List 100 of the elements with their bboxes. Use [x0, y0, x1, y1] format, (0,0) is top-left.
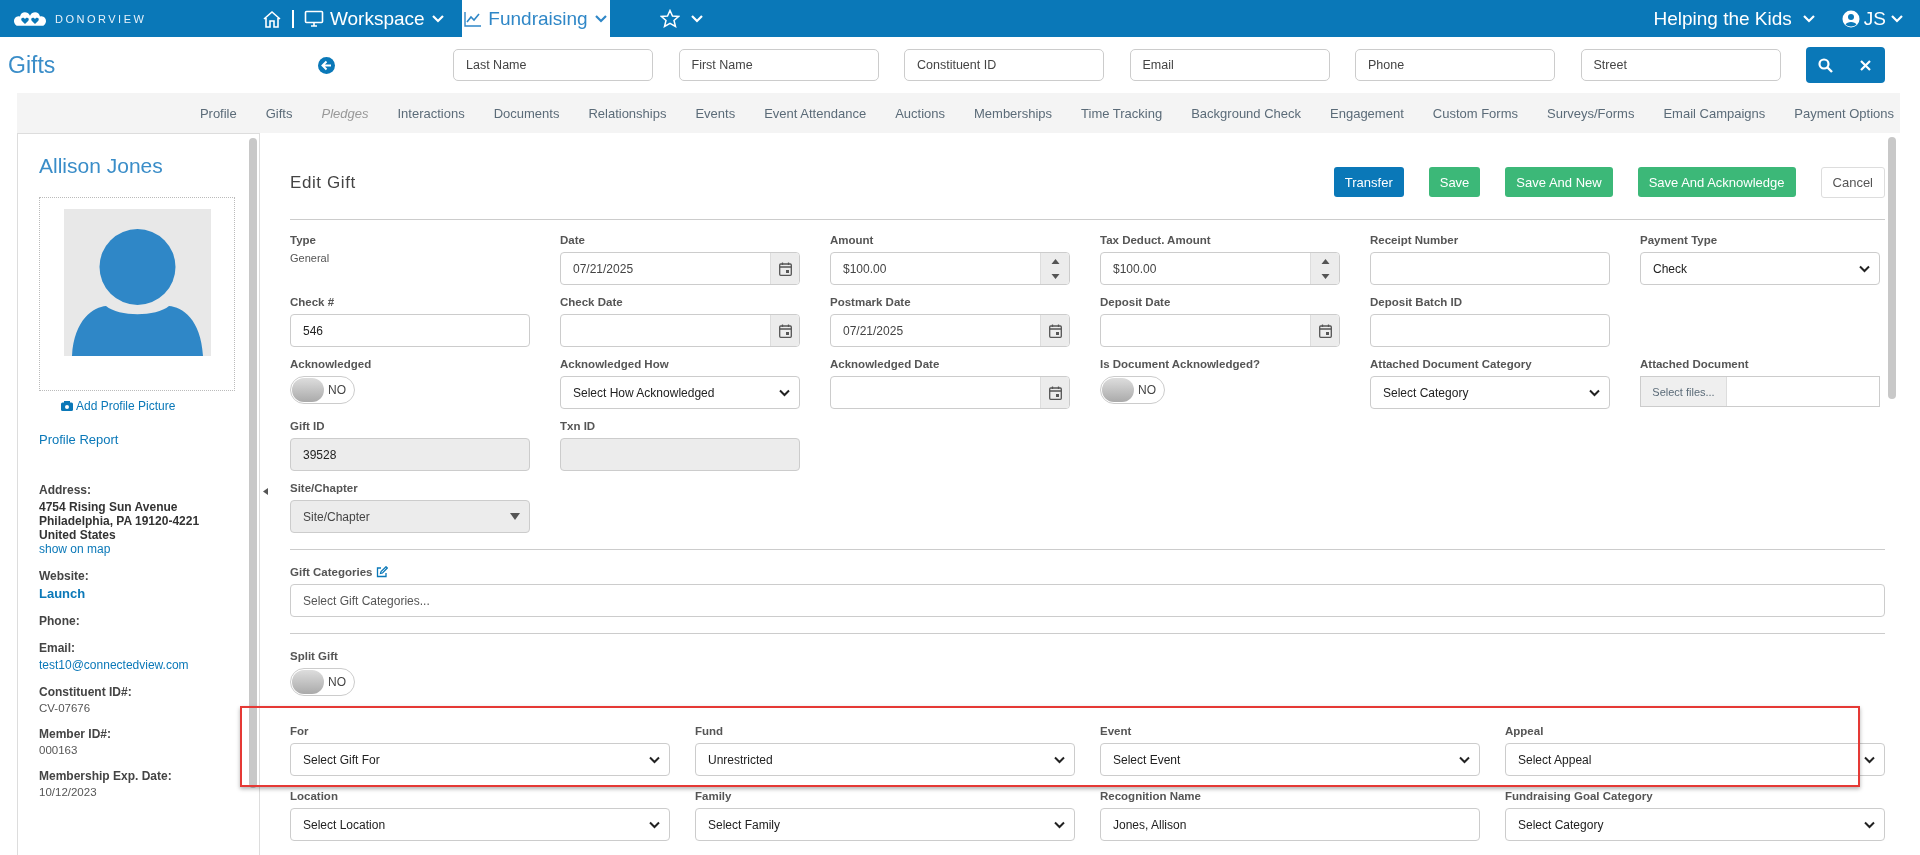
- dropdown[interactable]: Check: [1640, 252, 1880, 285]
- field-label: Gift ID: [290, 419, 325, 434]
- detail-link[interactable]: test10@connectedview.com: [39, 658, 259, 672]
- detail-label: Email:: [39, 641, 76, 655]
- back-icon[interactable]: [318, 56, 335, 74]
- profile-report-link[interactable]: Profile Report: [39, 432, 259, 447]
- search-field[interactable]: Street: [1580, 49, 1781, 81]
- dropdown[interactable]: Select Gift For: [290, 743, 670, 776]
- calendar-icon: [1048, 323, 1062, 338]
- record-tab[interactable]: Event Attendance: [764, 105, 867, 121]
- search-field[interactable]: First Name: [678, 49, 879, 81]
- dropdown[interactable]: Select Location: [290, 808, 670, 841]
- fundraising-tab[interactable]: Fundraising: [462, 0, 610, 37]
- detail-label: Address:: [39, 483, 92, 497]
- field-label: Txn ID: [560, 419, 596, 434]
- scrollbar[interactable]: [1888, 137, 1896, 399]
- page-title: Gifts: [8, 51, 56, 78]
- field-label: Deposit Batch ID: [1370, 295, 1462, 310]
- date-field[interactable]: 07/21/2025: [830, 314, 1070, 347]
- record-tab[interactable]: Memberships: [974, 105, 1053, 121]
- collapse-icon[interactable]: [263, 488, 268, 495]
- chevron-icon: [690, 13, 704, 24]
- dropdown[interactable]: Select Appeal: [1505, 743, 1885, 776]
- record-tab[interactable]: Events: [695, 105, 736, 121]
- text-field[interactable]: [1370, 252, 1610, 285]
- select-files-button[interactable]: Select files...: [1641, 377, 1727, 406]
- record-tab[interactable]: Background Check: [1191, 105, 1302, 121]
- record-tab[interactable]: Email Campaigns: [1663, 105, 1766, 121]
- gift-categories-field[interactable]: Select Gift Categories...: [290, 584, 1885, 617]
- number-field[interactable]: $100.00: [830, 252, 1070, 285]
- date-field[interactable]: 07/21/2025: [560, 252, 800, 285]
- user-icon: [1841, 9, 1860, 28]
- field-label: Attached Document Category: [1370, 357, 1532, 372]
- search-field[interactable]: Phone: [1355, 49, 1555, 81]
- field-label: Is Document Acknowledged?: [1100, 357, 1260, 372]
- spinner-icon[interactable]: [1320, 256, 1330, 281]
- chevron-icon: [649, 820, 660, 829]
- edit-icon[interactable]: [376, 566, 389, 578]
- chevron-icon: [1054, 820, 1065, 829]
- field-label: Fundraising Goal Category: [1505, 789, 1653, 804]
- spinner-icon[interactable]: [1050, 256, 1060, 281]
- form-button[interactable]: Transfer: [1333, 167, 1404, 197]
- organization-menu[interactable]: Helping the Kids: [1641, 0, 1830, 37]
- user-menu[interactable]: JS: [1829, 0, 1920, 37]
- search-icon: [1818, 57, 1834, 73]
- detail-link[interactable]: Launch: [39, 586, 259, 601]
- dropdown[interactable]: Select Family: [695, 808, 1075, 841]
- field-label: Appeal: [1505, 724, 1544, 739]
- text-field[interactable]: [1370, 314, 1610, 347]
- field-label: Receipt Number: [1370, 233, 1459, 248]
- record-tab[interactable]: Payment Options: [1794, 105, 1894, 121]
- date-field[interactable]: [1100, 314, 1340, 347]
- brand-name: DONORVIEW: [55, 12, 147, 25]
- record-tab[interactable]: Gifts: [265, 105, 293, 121]
- field-label: Check Date: [560, 295, 623, 310]
- form-button[interactable]: Cancel: [1820, 167, 1885, 198]
- constituent-name: Allison Jones: [39, 154, 164, 178]
- line-chart-icon: [464, 10, 483, 27]
- monitor-icon: [303, 9, 324, 28]
- workspace-menu[interactable]: Workspace: [245, 0, 462, 37]
- detail-value: 000163: [39, 744, 79, 756]
- record-tab[interactable]: Time Tracking: [1081, 105, 1163, 121]
- chevron-icon: [1864, 820, 1875, 829]
- search-field[interactable]: Constituent ID: [904, 49, 1104, 81]
- add-profile-picture-link[interactable]: Add Profile Picture: [61, 399, 259, 413]
- dropdown[interactable]: Unrestricted: [695, 743, 1075, 776]
- dropdown[interactable]: Select How Acknowledged: [560, 376, 800, 409]
- field-label: Event: [1100, 724, 1132, 739]
- dropdown[interactable]: Select Event: [1100, 743, 1480, 776]
- chevron-icon: [1459, 755, 1470, 764]
- dropdown[interactable]: Select Category: [1370, 376, 1610, 409]
- chevron-icon: [593, 13, 608, 24]
- record-tab[interactable]: Documents: [493, 105, 560, 121]
- text-field[interactable]: 546: [290, 314, 530, 347]
- record-tab[interactable]: Profile: [199, 105, 237, 121]
- record-tab[interactable]: Surveys/Forms: [1547, 105, 1635, 121]
- star-icon: [660, 9, 680, 28]
- date-field[interactable]: [830, 376, 1070, 409]
- dropdown[interactable]: Select Category: [1505, 808, 1885, 841]
- field-label: Tax Deduct. Amount: [1100, 233, 1211, 248]
- search-field[interactable]: Email: [1129, 49, 1330, 81]
- field-label: Attached Document: [1640, 357, 1749, 372]
- chevron-icon: [1890, 13, 1904, 24]
- date-field[interactable]: [560, 314, 800, 347]
- scrollbar[interactable]: [249, 138, 257, 788]
- field-label: For: [290, 724, 309, 739]
- record-tab[interactable]: Engagement: [1330, 105, 1404, 121]
- chevron-icon: [1801, 13, 1816, 24]
- field-label: Site/Chapter: [290, 481, 358, 496]
- detail-label: Website:: [39, 569, 90, 583]
- detail-label: Phone:: [39, 614, 81, 628]
- detail-link[interactable]: show on map: [39, 542, 259, 556]
- record-tab[interactable]: Auctions: [895, 105, 945, 121]
- number-field[interactable]: $100.00: [1100, 252, 1340, 285]
- chevron-icon: [1589, 388, 1600, 397]
- record-tab[interactable]: Interactions: [397, 105, 465, 121]
- text-field[interactable]: Jones, Allison: [1100, 808, 1480, 841]
- record-tab[interactable]: Relationships: [588, 105, 667, 121]
- search-field[interactable]: Last Name: [453, 49, 653, 81]
- record-tab[interactable]: Custom Forms: [1432, 105, 1518, 121]
